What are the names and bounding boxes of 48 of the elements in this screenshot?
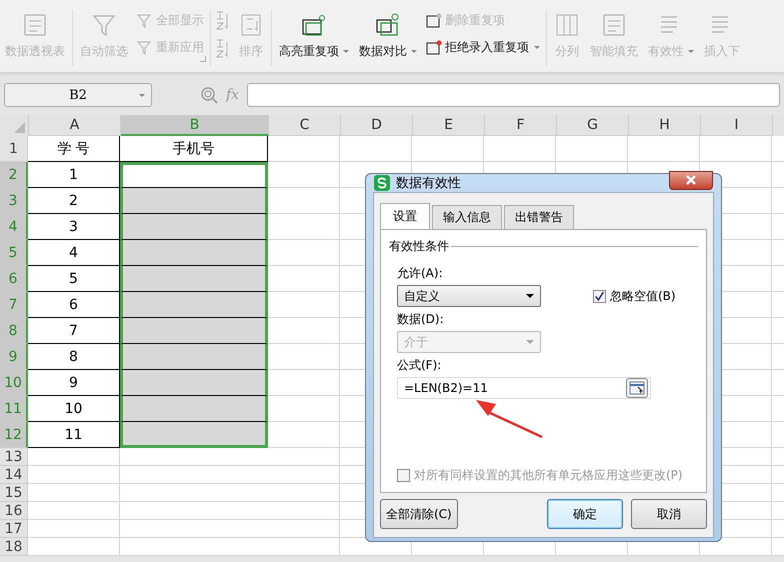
toolbar-button[interactable]: 拒绝录入重复项 bbox=[424, 37, 542, 58]
columns-icon bbox=[554, 12, 580, 38]
checkbox[interactable]: 忽略空值(B) bbox=[593, 288, 676, 304]
row-header[interactable]: 14 bbox=[0, 466, 28, 484]
filter-icon bbox=[137, 40, 153, 56]
row-header[interactable]: 13 bbox=[0, 448, 28, 466]
range-select-button[interactable] bbox=[626, 378, 648, 398]
row-header[interactable]: 16 bbox=[0, 502, 28, 520]
checkmark-icon bbox=[594, 290, 605, 302]
close-icon bbox=[685, 175, 697, 185]
group-label: 有效性条件 bbox=[389, 238, 449, 255]
dialog-button[interactable]: 确定 bbox=[547, 499, 623, 529]
filter-icon bbox=[137, 12, 153, 28]
dialog-button[interactable]: 取消 bbox=[631, 499, 707, 529]
field-label: 数据(D): bbox=[397, 311, 445, 328]
row-header[interactable]: 17 bbox=[0, 520, 28, 538]
toolbar-button[interactable]: 数据对比 bbox=[356, 0, 420, 60]
tab[interactable]: 设置 bbox=[380, 203, 430, 229]
dialog-launcher-icon[interactable] bbox=[200, 56, 206, 62]
field-label: 允许(A): bbox=[397, 265, 444, 282]
highlight-icon bbox=[301, 12, 327, 38]
table-cell: 学 号 bbox=[28, 136, 120, 162]
sheet-icon bbox=[426, 40, 442, 56]
close-button[interactable] bbox=[669, 170, 713, 190]
caret-icon bbox=[343, 50, 349, 53]
caret-icon bbox=[688, 50, 694, 53]
formula-field[interactable]: =LEN(B2)=11 bbox=[397, 377, 651, 399]
caret-icon bbox=[534, 46, 540, 49]
dropdown-field[interactable]: 自定义 bbox=[397, 285, 541, 307]
toolbar-button[interactable]: 高亮重复项 bbox=[276, 0, 352, 60]
arrow-drawing bbox=[474, 398, 544, 440]
name-box[interactable]: B2 bbox=[4, 83, 152, 107]
tab[interactable]: 出错警告 bbox=[504, 205, 574, 229]
caret-icon bbox=[411, 50, 417, 53]
compare-icon bbox=[375, 12, 401, 38]
table-icon bbox=[22, 12, 48, 38]
row-header[interactable]: 18 bbox=[0, 538, 28, 556]
dialog-button[interactable]: 全部清除(C) bbox=[380, 499, 458, 529]
dialog-title: 数据有效性 bbox=[396, 175, 462, 192]
caret-icon[interactable] bbox=[139, 94, 145, 96]
range-icon bbox=[629, 381, 645, 395]
field-label: 公式(F): bbox=[397, 357, 442, 374]
zoom-icon[interactable] bbox=[200, 86, 218, 104]
row-header[interactable]: 1 bbox=[0, 136, 28, 162]
formula-input[interactable] bbox=[247, 83, 780, 107]
tab[interactable]: 输入信息 bbox=[432, 205, 502, 229]
row-header[interactable]: 15 bbox=[0, 484, 28, 502]
sheet-icon bbox=[426, 12, 442, 28]
